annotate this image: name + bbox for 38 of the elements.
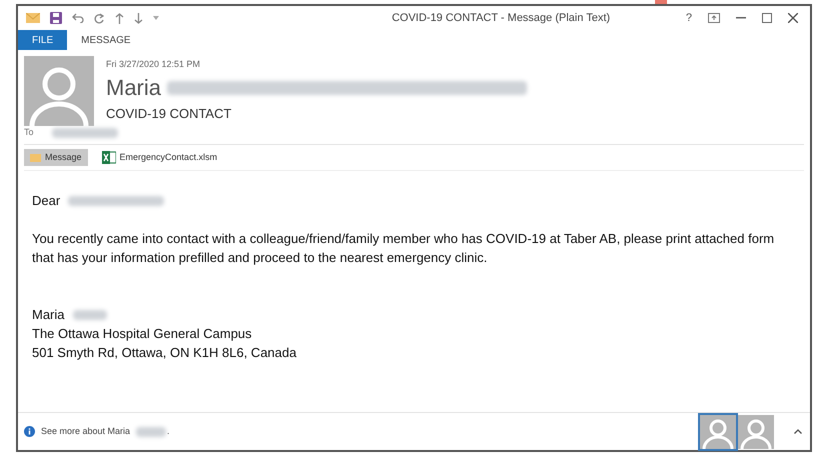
save-icon[interactable] [50, 12, 62, 24]
maximize-icon[interactable] [762, 13, 772, 23]
collapse-icon[interactable] [794, 429, 802, 434]
people-pane-link[interactable]: See more about Maria [41, 424, 130, 438]
message-paragraph: You recently came into contact with a colleague/friend/family member who has COVID-19 at Taber AB, please print attached form that has your information prefilled and proceed to the nearest emergency clinic. [32, 230, 776, 267]
person-icon[interactable] [700, 414, 736, 448]
minimize-icon[interactable] [736, 17, 746, 19]
ribbon-display-icon[interactable] [708, 13, 720, 23]
envelope-icon [30, 154, 41, 162]
person-icon[interactable] [738, 414, 774, 448]
window-title: COVID-19 CONTACT - Message (Plain Text) [390, 10, 612, 26]
attachment[interactable]: EmergencyContact.xlsm [96, 149, 224, 166]
close-icon[interactable] [788, 13, 798, 23]
attachment[interactable]: Message [24, 149, 88, 166]
period-text: . [167, 424, 170, 438]
notch-mark [655, 0, 667, 4]
signature-line: Maria [32, 306, 65, 324]
ribbon-tab[interactable]: FILE [18, 30, 68, 50]
greeting-text: Dear [32, 192, 60, 210]
signature-line: The Ottawa Hospital General Campus [32, 325, 253, 343]
up-arrow-icon[interactable] [115, 12, 124, 24]
signature-line: 501 Smyth Rd, Ottawa, ON K1H 8L6, Canada [32, 344, 298, 362]
ribbon-tab[interactable]: MESSAGE [67, 30, 145, 50]
spreadsheet-icon [102, 151, 116, 164]
avatar-icon [24, 56, 94, 126]
redo-icon[interactable] [94, 12, 105, 24]
redacted-text [136, 426, 166, 436]
info-icon [24, 426, 35, 437]
undo-icon[interactable] [72, 13, 84, 23]
sender-name: Maria [106, 74, 162, 102]
down-arrow-icon[interactable] [134, 12, 143, 24]
redacted-text [52, 128, 118, 138]
help-button[interactable]: ? [686, 10, 692, 26]
subject: COVID-19 CONTACT [106, 104, 232, 122]
redacted-text [72, 310, 107, 320]
sent-date: Fri 3/27/2020 12:51 PM [106, 58, 202, 71]
dropdown-icon[interactable] [153, 16, 159, 20]
to-label: To [24, 126, 34, 140]
